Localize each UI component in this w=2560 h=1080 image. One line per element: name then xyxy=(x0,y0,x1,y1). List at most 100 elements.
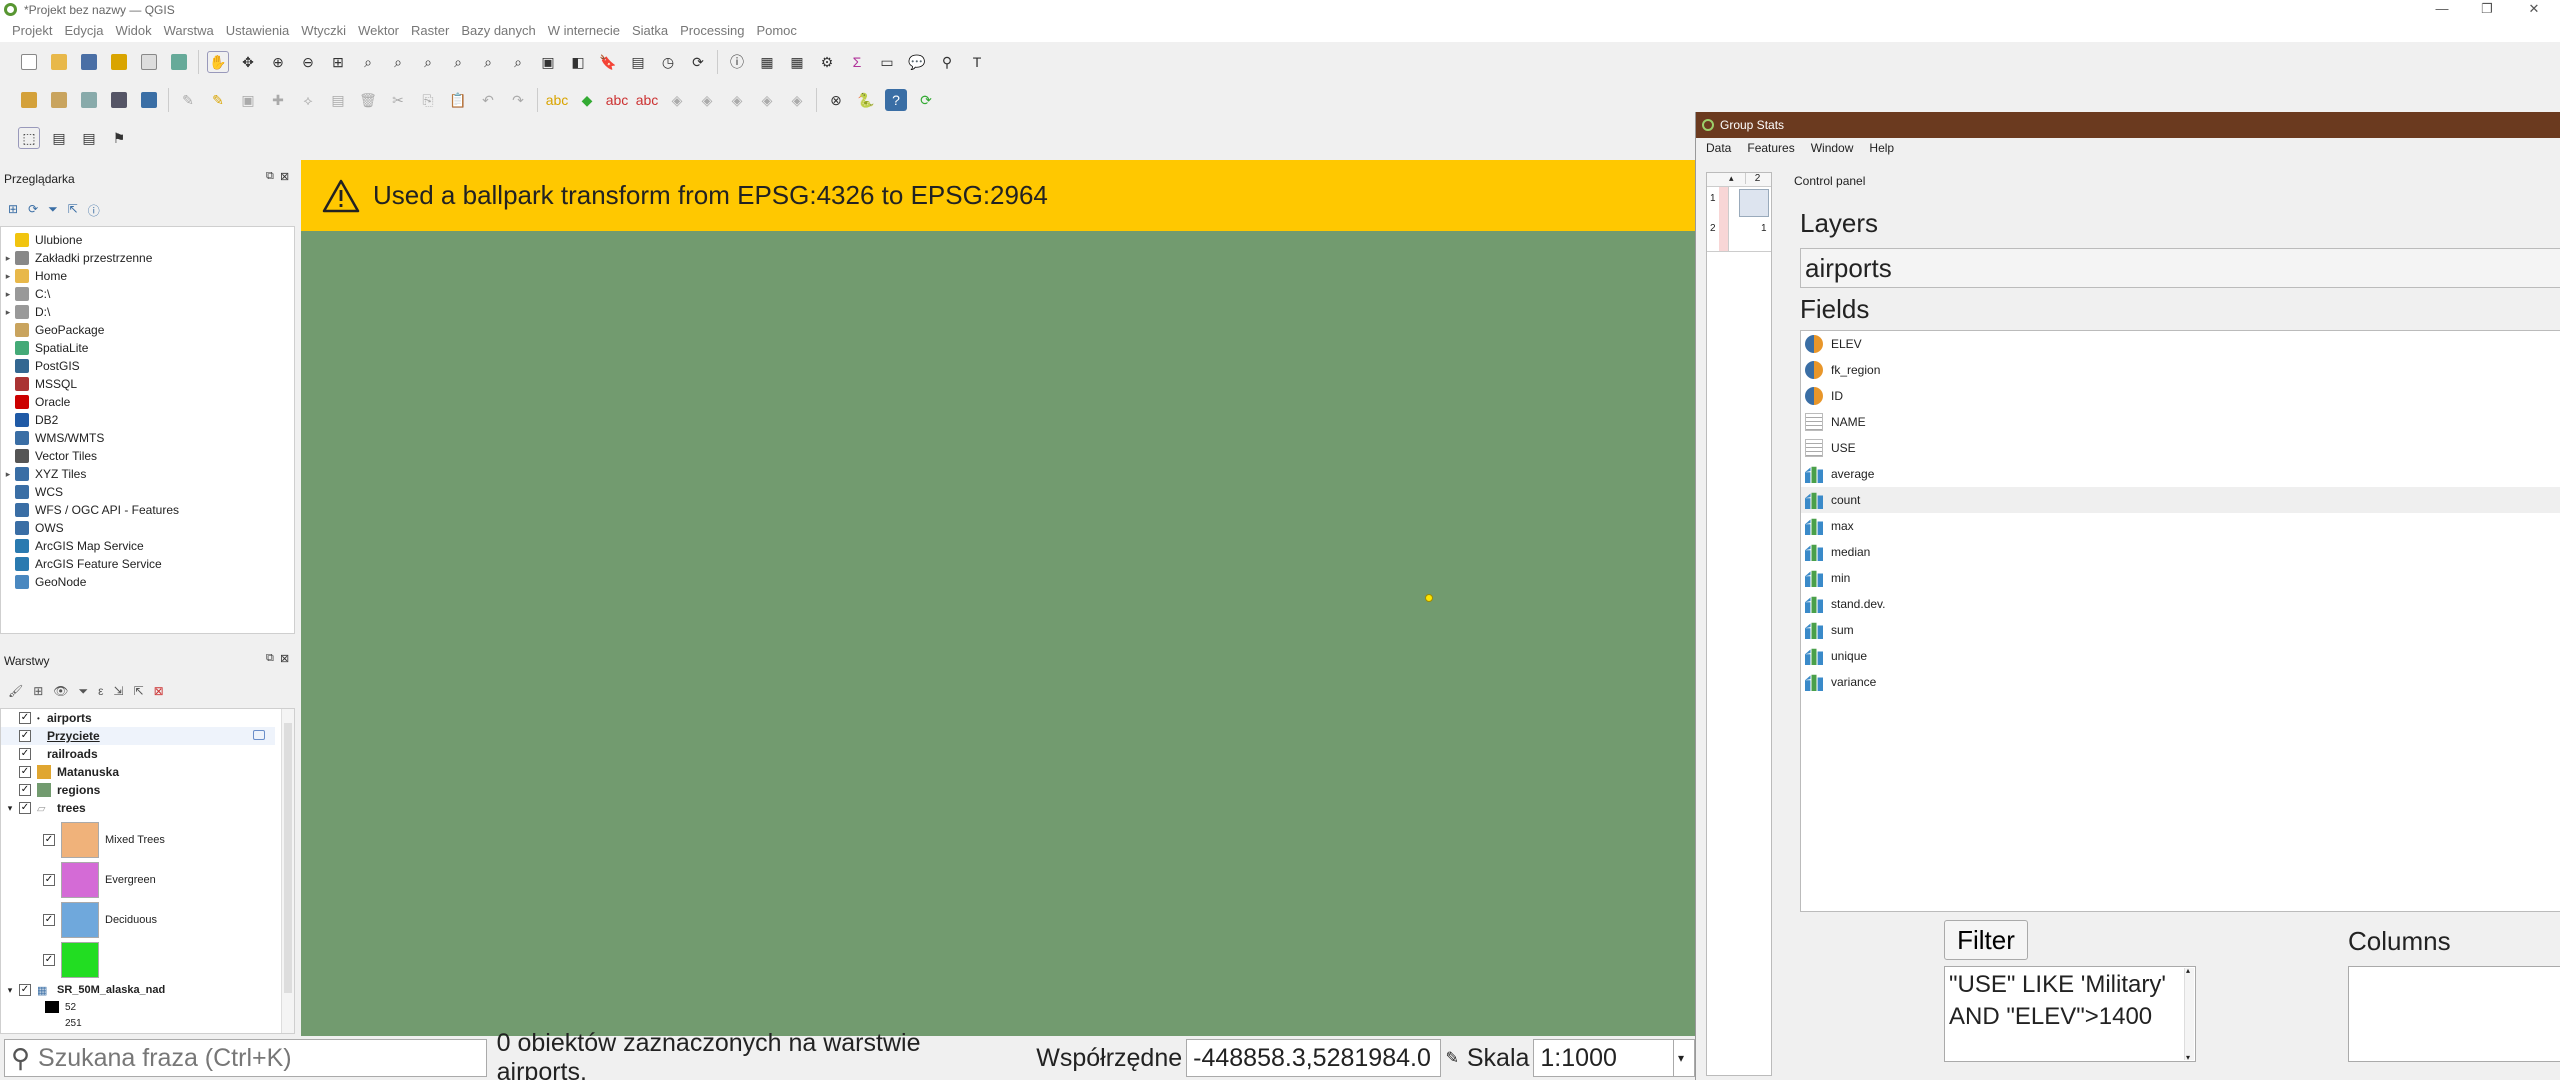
select-location-icon[interactable]: ⚑ xyxy=(108,127,130,149)
zoom-to-selection-icon[interactable]: ⌕ xyxy=(387,51,409,73)
locator-search-input[interactable]: ⚲ Szukana fraza (Ctrl+K) xyxy=(4,1039,487,1077)
close-icon[interactable]: ✕ xyxy=(2522,1,2546,19)
sort-arrow-icon[interactable]: ▴ xyxy=(1729,173,1734,184)
menu-pomoc[interactable]: Pomoc xyxy=(750,20,802,42)
toggle-extents-icon[interactable]: ✎ xyxy=(1445,1048,1458,1068)
group-stats-plugin-icon[interactable]: ⊗ xyxy=(825,89,847,111)
filter-icon[interactable]: ⏷ xyxy=(48,202,58,219)
layer-row-regions[interactable]: ✓ regions xyxy=(1,781,100,799)
fields-list[interactable]: ELEV fk_region ID NAME USE average count max med… xyxy=(1800,330,2560,912)
expand-all-icon[interactable]: ⇲ xyxy=(114,684,124,699)
browser-item[interactable]: Ulubione xyxy=(1,231,294,249)
browser-item[interactable]: WFS / OGC API - Features xyxy=(1,501,294,519)
copy-features-icon[interactable]: ⎘ xyxy=(417,89,439,111)
menu-warstwa[interactable]: Warstwa xyxy=(158,20,220,42)
plugin-reloader-icon[interactable]: ⟳ xyxy=(915,89,937,111)
filter-expression-icon[interactable]: ε xyxy=(98,684,103,699)
collapse-all-icon[interactable]: ⇱ xyxy=(68,202,78,219)
field-calculator-icon[interactable]: ▦ xyxy=(786,51,808,73)
layer-checkbox[interactable]: ✓ xyxy=(19,984,31,996)
menu-window[interactable]: Window xyxy=(1801,138,1860,158)
filter-scrollbar[interactable]: ▴ ▾ xyxy=(2184,966,2194,1062)
zoom-rubberband-icon[interactable]: ⊞ xyxy=(327,51,349,73)
restore-icon[interactable]: ❐ xyxy=(2475,1,2499,19)
row-header[interactable]: 1 xyxy=(1710,193,1716,204)
new-shapefile-icon[interactable] xyxy=(78,89,100,111)
row-header[interactable]: 2 xyxy=(1710,223,1716,234)
legend-item[interactable]: ✓ Deciduous xyxy=(43,901,157,939)
change-label-icon[interactable]: ◈ xyxy=(786,89,808,111)
field-item-stand-dev-[interactable]: stand.dev. xyxy=(1801,591,2560,617)
layer-combo[interactable]: airports xyxy=(1800,248,2560,288)
properties-icon[interactable]: ⓘ xyxy=(88,202,100,219)
new-3d-view-icon[interactable]: ◧ xyxy=(567,51,589,73)
coordinate-field[interactable]: -448858.3,5281984.0 xyxy=(1186,1039,1442,1077)
save-as-icon[interactable] xyxy=(108,51,130,73)
menu-bazy-danych[interactable]: Bazy danych xyxy=(455,20,541,42)
layer-labeling-icon[interactable]: ◆ xyxy=(576,89,598,111)
open-project-icon[interactable] xyxy=(48,51,70,73)
browser-item[interactable]: ▸ XYZ Tiles xyxy=(1,465,294,483)
field-item-average[interactable]: average xyxy=(1801,461,2560,487)
layers-scrollbar[interactable] xyxy=(281,709,294,1033)
show-hide-labels-icon[interactable]: ◈ xyxy=(696,89,718,111)
layer-row-trees[interactable]: ▾ ✓ ▱ trees xyxy=(1,799,86,817)
zoom-native-icon[interactable]: ⌕ xyxy=(447,51,469,73)
field-item-variance[interactable]: variance xyxy=(1801,669,2560,695)
python-console-icon[interactable]: 🐍 xyxy=(855,89,877,111)
field-item-count[interactable]: count xyxy=(1801,487,2560,513)
add-feature-icon[interactable]: ✚ xyxy=(267,89,289,111)
data-source-manager-icon[interactable] xyxy=(18,89,40,111)
browser-item[interactable]: PostGIS xyxy=(1,357,294,375)
layer-checkbox[interactable]: ✓ xyxy=(19,784,31,796)
browser-item[interactable]: OWS xyxy=(1,519,294,537)
airport-point-marker[interactable] xyxy=(1425,594,1433,602)
modify-attributes-icon[interactable]: ▤ xyxy=(327,89,349,111)
filter-legend-icon[interactable]: ⏷ xyxy=(79,684,89,699)
filter-button[interactable]: Filter xyxy=(1944,920,2028,960)
legend-item[interactable]: ✓ Mixed Trees xyxy=(43,821,165,859)
filter-expression-text[interactable]: "USE" LIKE 'Military' AND "ELEV">1400 xyxy=(1944,966,2196,1062)
style-manager-icon[interactable] xyxy=(168,51,190,73)
embedded-widget-icon[interactable] xyxy=(253,730,265,740)
highlight-labels-icon[interactable]: abc xyxy=(606,89,629,111)
text-annotation-icon[interactable]: T xyxy=(966,51,988,73)
redo-icon[interactable]: ↷ xyxy=(507,89,529,111)
float-panel-icon[interactable]: ⧉ xyxy=(266,652,274,665)
field-item-min[interactable]: min xyxy=(1801,565,2560,591)
field-item-median[interactable]: median xyxy=(1801,539,2560,565)
layer-checkbox[interactable]: ✓ xyxy=(19,802,31,814)
paste-features-icon[interactable]: 📋 xyxy=(447,89,469,111)
pan-to-selection-icon[interactable]: ✥ xyxy=(237,51,259,73)
layer-row-railroads[interactable]: ✓ railroads xyxy=(1,745,98,763)
deselect-all-icon[interactable]: ▤ xyxy=(78,127,100,149)
refresh-icon[interactable]: ⟳ xyxy=(28,202,38,219)
columns-drop-area[interactable] xyxy=(2348,966,2560,1062)
temporal-controller-icon[interactable]: ◷ xyxy=(657,51,679,73)
rotate-label-icon[interactable]: ◈ xyxy=(756,89,778,111)
table-cell[interactable]: 1 xyxy=(1761,223,1767,234)
manage-themes-icon[interactable]: 👁 xyxy=(53,684,68,699)
menu-widok[interactable]: Widok xyxy=(110,20,158,42)
move-label-icon[interactable]: ◈ xyxy=(726,89,748,111)
zoom-in-icon[interactable]: ⊕ xyxy=(267,51,289,73)
remove-layer-icon[interactable]: ⊠ xyxy=(154,684,164,699)
add-selected-layers-icon[interactable]: ⊞ xyxy=(8,202,18,219)
layer-styling-icon[interactable]: 🖌 xyxy=(8,684,23,699)
menu-w-internecie[interactable]: W internecie xyxy=(542,20,626,42)
zoom-last-icon[interactable]: ⌕ xyxy=(477,51,499,73)
table-cell-selected[interactable] xyxy=(1739,189,1769,217)
save-project-icon[interactable] xyxy=(78,51,100,73)
field-item-id[interactable]: ID xyxy=(1801,383,2560,409)
current-edits-icon[interactable]: ✎ xyxy=(177,89,199,111)
legend-item[interactable]: ✓ xyxy=(43,941,105,979)
field-item-use[interactable]: USE xyxy=(1801,435,2560,461)
column-header[interactable]: 2 xyxy=(1745,173,1769,184)
collapse-arrow-icon[interactable]: ▾ xyxy=(1,803,19,814)
field-item-name[interactable]: NAME xyxy=(1801,409,2560,435)
new-project-icon[interactable] xyxy=(18,51,40,73)
toggle-editing-icon[interactable]: ✎ xyxy=(207,89,229,111)
layer-checkbox[interactable]: ✓ xyxy=(19,748,31,760)
zoom-out-icon[interactable]: ⊖ xyxy=(297,51,319,73)
browser-item[interactable]: MSSQL xyxy=(1,375,294,393)
